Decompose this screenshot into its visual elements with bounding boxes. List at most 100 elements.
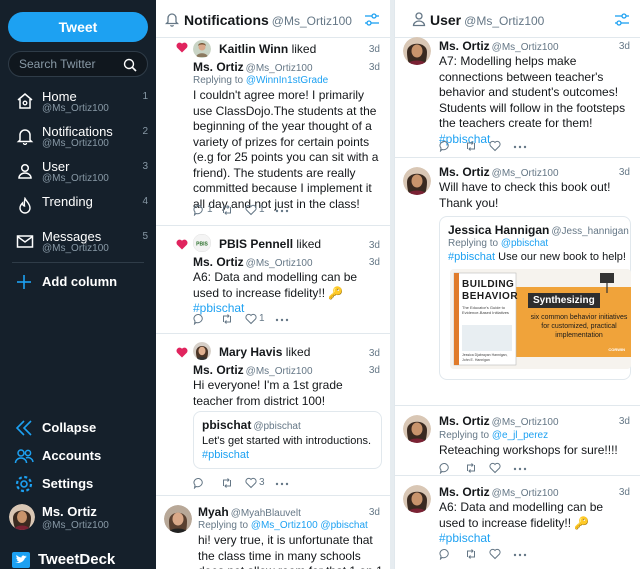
tweet-author[interactable]: Ms. Ortiz @Ms_Ortiz100 [193, 363, 313, 377]
avatar[interactable] [403, 485, 431, 513]
more-icon[interactable] [513, 553, 527, 557]
avatar[interactable]: PBIS [193, 234, 211, 252]
reply-link[interactable]: @WinnIn1stGrade [246, 75, 328, 86]
quoted-author[interactable]: Jessica Hannigan @Jess_hannigan [448, 223, 629, 237]
timestamp[interactable]: 3d [369, 44, 380, 55]
tweet-author[interactable]: Ms. Ortiz @Ms_Ortiz100 [439, 39, 559, 53]
retweet-icon [223, 478, 231, 488]
hashtag-link[interactable]: #pbischat [448, 251, 495, 263]
tweet-author[interactable]: Ms. Ortiz @Ms_Ortiz100 [193, 255, 313, 269]
column-title: User @Ms_Ortiz100 [430, 12, 545, 28]
avatar[interactable] [193, 40, 211, 58]
nav-item-notifications[interactable]: Notifications @Ms_Ortiz100 2 [0, 123, 156, 157]
reply-icon [193, 204, 203, 216]
nav-item-user[interactable]: User @Ms_Ortiz100 3 [0, 158, 156, 192]
tweet-author[interactable]: Ms. Ortiz @Ms_Ortiz100 [439, 165, 559, 179]
tweet-author[interactable]: Myah @MyahBlauvelt [198, 505, 301, 519]
tweet-item[interactable]: Myah @MyahBlauvelt 3d Replying to @Ms_Ort… [156, 496, 390, 569]
nav-number: 1 [142, 91, 148, 102]
filter-icon[interactable] [364, 12, 380, 28]
search-input[interactable] [19, 57, 119, 71]
book-promo-image[interactable]: BUILDING BEHAVIOR The Educator's Guide t… [450, 269, 631, 369]
more-icon[interactable] [275, 318, 289, 322]
key-emoji-icon: 🔑 [328, 285, 344, 300]
more-icon[interactable] [513, 145, 527, 149]
add-column-label: Add column [42, 274, 118, 289]
reply-link[interactable]: @pbischat [501, 238, 548, 249]
tweet-author[interactable]: Ms. Ortiz @Ms_Ortiz100 [193, 60, 313, 74]
nav-item-trending[interactable]: Trending 4 [0, 193, 156, 227]
timestamp[interactable]: 3d [369, 62, 380, 73]
settings-label: Settings [42, 476, 94, 491]
profile[interactable]: Ms. Ortiz @Ms_Ortiz100 [0, 502, 156, 538]
avatar[interactable] [403, 415, 431, 443]
timestamp[interactable]: 3d [369, 348, 380, 359]
tweet-item[interactable]: Ms. Ortiz @Ms_Ortiz100 3d Replying to @e_… [395, 406, 640, 476]
hashtag-link[interactable]: #pbischat [439, 531, 490, 545]
reply-line: Replying to @pbischat [448, 238, 549, 249]
nav-label: Trending [42, 194, 93, 209]
more-icon[interactable] [513, 467, 527, 471]
more-icon[interactable] [275, 482, 289, 486]
reply-link[interactable]: @Ms_Ortiz100 @pbischat [251, 520, 368, 531]
nav-label: Notifications [42, 124, 113, 139]
liker-name[interactable]: Kaitlin Winn [219, 42, 288, 56]
notification-item[interactable]: PBIS PBIS Pennell liked 3d Ms. Ortiz @Ms_… [156, 226, 390, 334]
quoted-tweet[interactable]: Jessica Hannigan @Jess_hannigan Replying … [439, 216, 631, 380]
timestamp[interactable]: 3d [369, 257, 380, 268]
accounts-button[interactable]: Accounts [0, 444, 156, 470]
liker-name[interactable]: PBIS Pennell [219, 237, 293, 251]
timestamp[interactable]: 3d [619, 416, 630, 427]
notification-item[interactable]: Mary Havis liked 3d Ms. Ortiz @Ms_Ortiz10… [156, 334, 390, 496]
notifications-column[interactable]: Notifications @Ms_Ortiz100 Kaitlin Winn l… [156, 0, 390, 569]
reply-icon [193, 477, 203, 489]
quoted-tweet[interactable]: pbischat @pbischat Let's get started with… [193, 411, 382, 469]
nav-item-messages[interactable]: Messages @Ms_Ortiz100 5 [0, 228, 156, 262]
tweet-text: I couldn't agree more! I primarily use C… [193, 88, 379, 211]
timestamp[interactable]: 3d [369, 507, 380, 518]
notification-item[interactable]: Kaitlin Winn liked 3d Ms. Ortiz @Ms_Ortiz… [156, 38, 390, 226]
timestamp[interactable]: 3d [369, 240, 380, 251]
reply-line: Replying to @e_jl_perez [439, 430, 549, 441]
reply-icon [439, 548, 449, 560]
nav-item-home[interactable]: Home @Ms_Ortiz100 1 [0, 88, 156, 122]
book-subtitle: The Educator's Guide to Evidence-Based I… [462, 305, 509, 315]
timestamp[interactable]: 3d [369, 365, 380, 376]
avatar[interactable] [403, 167, 431, 195]
tweet-author[interactable]: Ms. Ortiz @Ms_Ortiz100 [439, 414, 559, 428]
book-authors: Jessica Djabrayan Hannigan, John E. Hann… [462, 353, 508, 362]
hashtag-link[interactable]: #pbischat [202, 449, 249, 461]
tweet-text: A7: Modelling helps make connections bet… [439, 54, 626, 146]
avatar[interactable] [403, 37, 431, 65]
search-icon[interactable] [123, 58, 137, 72]
timestamp[interactable]: 3d [619, 487, 630, 498]
timestamp[interactable]: 3d [619, 167, 630, 178]
add-column-button[interactable]: Add column [0, 270, 156, 296]
tweet-item[interactable]: Ms. Ortiz @Ms_Ortiz100 3d A6: Data and mo… [395, 476, 640, 569]
avatar[interactable] [9, 504, 35, 530]
more-icon[interactable] [275, 209, 289, 213]
heart-outline-icon [245, 204, 257, 216]
reply-line: Replying to @Ms_Ortiz100 @pbischat [198, 520, 368, 531]
collapse-button[interactable]: Collapse [0, 416, 156, 442]
liker-name[interactable]: Mary Havis [219, 345, 282, 359]
settings-button[interactable]: Settings [0, 472, 156, 498]
nav-number: 5 [142, 231, 148, 242]
tweet-author[interactable]: Ms. Ortiz @Ms_Ortiz100 [439, 485, 559, 499]
quoted-author[interactable]: pbischat @pbischat [202, 418, 301, 432]
avatar[interactable] [193, 342, 211, 360]
tweet-text: hi! very true, it is unfortunate that th… [198, 533, 383, 569]
column-handle: @Ms_Ortiz100 [271, 14, 352, 28]
tweet-item[interactable]: Ms. Ortiz @Ms_Ortiz100 3d Will have to ch… [395, 158, 640, 406]
tweet-button[interactable]: Tweet [8, 12, 148, 42]
svg-text:PBIS: PBIS [196, 242, 208, 248]
search-box[interactable] [8, 51, 148, 77]
user-column[interactable]: User @Ms_Ortiz100 Ms. Ortiz @Ms_Ortiz100 3… [394, 0, 640, 569]
reply-link[interactable]: @e_jl_perez [492, 430, 548, 441]
tweet-item[interactable]: Ms. Ortiz @Ms_Ortiz100 3d A7: Modelling h… [395, 37, 640, 158]
timestamp[interactable]: 3d [619, 41, 630, 52]
tweet-text: A6: Data and modelling can be used to in… [439, 500, 604, 545]
avatar[interactable] [164, 505, 192, 533]
filter-icon[interactable] [614, 12, 630, 28]
tweet-actions [439, 548, 589, 562]
